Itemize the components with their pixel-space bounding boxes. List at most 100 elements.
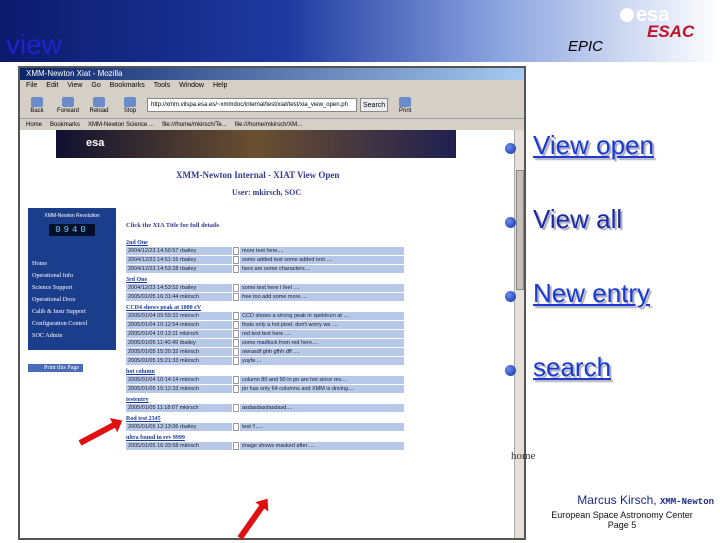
reload-button[interactable]: Reload xyxy=(85,96,113,114)
nav-link[interactable]: SOC Admin xyxy=(32,330,112,342)
row-date: 2005/01/05 15:20:32 mkirsch xyxy=(126,348,232,356)
home-label[interactable]: home xyxy=(511,450,535,462)
row-icon[interactable] xyxy=(233,312,239,320)
menu-item[interactable]: Bookmarks xyxy=(110,80,145,92)
table-row: 2005/01/05 15:21:33 mkirsch yuyfe.... xyxy=(126,357,404,365)
menu-item[interactable]: Help xyxy=(213,80,227,92)
bookmark-item[interactable]: Home xyxy=(26,119,42,130)
row-icon[interactable] xyxy=(233,247,239,255)
footer: Marcus Kirsch, XMM-Newton European Space… xyxy=(530,493,720,530)
bullet-item: View open xyxy=(505,130,720,204)
bullet-label[interactable]: New entry xyxy=(533,278,650,309)
nav-link[interactable]: Home xyxy=(32,258,112,270)
row-date: 2005/01/04 10:14:14 mkirsch xyxy=(126,376,232,384)
forward-button[interactable]: Forward xyxy=(54,96,82,114)
bookmark-item[interactable]: XMM-Newton Science ... xyxy=(88,119,154,130)
row-icon[interactable] xyxy=(233,265,239,273)
bookmark-item[interactable]: file:///home/mkirsch/XM... xyxy=(235,119,302,130)
table-row: 2005/01/05 11:40:49 rbailey some madlock … xyxy=(126,339,404,347)
revolution-counter: 0940 xyxy=(49,224,95,236)
menu-item[interactable]: Tools xyxy=(154,80,170,92)
row-icon[interactable] xyxy=(233,442,239,450)
print-page-link[interactable]: Print this Page xyxy=(28,364,84,372)
esac-label: ESAC xyxy=(647,22,695,41)
bookmarks-bar: Home Bookmarks XMM-Newton Science ... file:… xyxy=(20,118,524,130)
row-text: yuyfe.... xyxy=(240,357,404,365)
esa-logo-icon xyxy=(620,8,634,22)
menu-item[interactable]: Go xyxy=(91,80,100,92)
url-bar[interactable]: http://xmm.vilspa.esa.es/~xmmdoc/interna… xyxy=(147,98,357,112)
bullet-label[interactable]: View open xyxy=(533,130,654,161)
revolution-label: XMM-Newton Revolution xyxy=(44,213,100,219)
row-text: more text here.... xyxy=(240,247,404,255)
nav-link[interactable]: Configuration Control xyxy=(32,318,112,330)
row-icon[interactable] xyxy=(233,321,239,329)
row-text: image shows masked after .... xyxy=(240,442,404,450)
print-button[interactable]: Print xyxy=(391,96,419,114)
row-date: 2005/01/05 16:33:58 mkirsch xyxy=(126,442,232,450)
xia-title-link[interactable]: testentry xyxy=(126,397,404,403)
xia-title-link[interactable]: hot column xyxy=(126,369,404,375)
row-icon[interactable] xyxy=(233,385,239,393)
bullet-label[interactable]: search xyxy=(533,352,611,383)
xia-title-link[interactable]: 3rd One xyxy=(126,277,404,283)
row-icon[interactable] xyxy=(233,293,239,301)
print-icon xyxy=(399,96,412,107)
footer-page: Page 5 xyxy=(607,520,637,530)
page-title: XMM-Newton Internal - XIAT View Open xyxy=(176,170,340,180)
row-text: some madlock from red here.... xyxy=(240,339,404,347)
table-row: 2005/01/05 12:13:06 rbailey test !!..... xyxy=(126,423,404,431)
row-icon[interactable] xyxy=(233,423,239,431)
search-button[interactable]: Search xyxy=(360,98,389,112)
menu-item[interactable]: Edit xyxy=(46,80,58,92)
bullet-list: View open View all New entry search xyxy=(505,130,720,426)
row-text: pn has only 64 columns and XMM is drivin… xyxy=(240,385,404,393)
row-date: 2004/12/23 14:51:16 rbailey xyxy=(126,256,232,264)
page-sidebar: XMM-Newton Revolution 0940 Home Operation… xyxy=(28,208,116,350)
table-row: 2005/01/05 15:20:32 mkirsch owrasdf ghh g… xyxy=(126,348,404,356)
nav-link[interactable]: Calib & Instr Support xyxy=(32,306,112,318)
xia-title-link[interactable]: ultra found in rev 9999 xyxy=(126,435,404,441)
row-text: here are some characters.... xyxy=(240,265,404,273)
browser-titlebar: XMM-Newton Xiat - Mozilla xyxy=(20,68,524,80)
row-date: 2005/01/04 10:12:54 mkirsch xyxy=(126,321,232,329)
xia-title-link[interactable]: CCD4 shows peak at 1000 eV xyxy=(126,305,404,311)
bookmark-item[interactable]: Bookmarks xyxy=(50,119,80,130)
menu-item[interactable]: File xyxy=(26,80,37,92)
table-row: 2005/01/04 09:59:32 mkirsch CCD shows a s… xyxy=(126,312,404,320)
row-icon[interactable] xyxy=(233,357,239,365)
footer-author: Marcus Kirsch, XMM-Newton xyxy=(577,493,714,507)
back-icon xyxy=(31,96,43,107)
row-date: 2005/01/05 15:21:33 mkirsch xyxy=(126,357,232,365)
row-icon[interactable] xyxy=(233,284,239,292)
nav-link[interactable]: Science Support xyxy=(32,282,112,294)
page-nav: Home Operational Info Science Support Opera… xyxy=(28,254,116,346)
row-date: 2005/01/04 10:13:11 mkirsch xyxy=(126,330,232,338)
row-icon[interactable] xyxy=(233,376,239,384)
page-user: User: mkirsch, SOC xyxy=(232,188,302,197)
row-date: 2005/01/05 15:12:33 mkirsch xyxy=(126,385,232,393)
row-icon[interactable] xyxy=(233,339,239,347)
row-text: test !!..... xyxy=(240,423,404,431)
bullet-icon xyxy=(505,217,516,228)
stop-button[interactable]: Stop xyxy=(116,96,144,114)
nav-link[interactable]: Operational Info xyxy=(32,270,112,282)
browser-menubar: File Edit View Go Bookmarks Tools Window Help xyxy=(20,80,524,92)
row-icon[interactable] xyxy=(233,404,239,412)
row-icon[interactable] xyxy=(233,348,239,356)
menu-item[interactable]: Window xyxy=(179,80,204,92)
row-icon[interactable] xyxy=(233,256,239,264)
bookmark-item[interactable]: file:///home/mkirsch/Te... xyxy=(162,119,227,130)
header-bar xyxy=(0,0,720,62)
back-button[interactable]: Back xyxy=(23,96,51,114)
nav-link[interactable]: Operational Docs xyxy=(32,294,112,306)
xia-title-link[interactable]: 2nd One xyxy=(126,240,404,246)
row-icon[interactable] xyxy=(233,330,239,338)
bullet-item: search xyxy=(505,352,720,426)
menu-item[interactable]: View xyxy=(67,80,82,92)
row-date: 2004/12/23 14:53:52 rbailey xyxy=(126,284,232,292)
row-text: thats only a hot pixel, don't worry we .… xyxy=(240,321,404,329)
row-date: 2005/01/05 11:18:07 mkirsch xyxy=(126,404,232,412)
xia-title-link[interactable]: Rod test 2345 xyxy=(126,416,404,422)
forward-icon xyxy=(62,96,74,107)
